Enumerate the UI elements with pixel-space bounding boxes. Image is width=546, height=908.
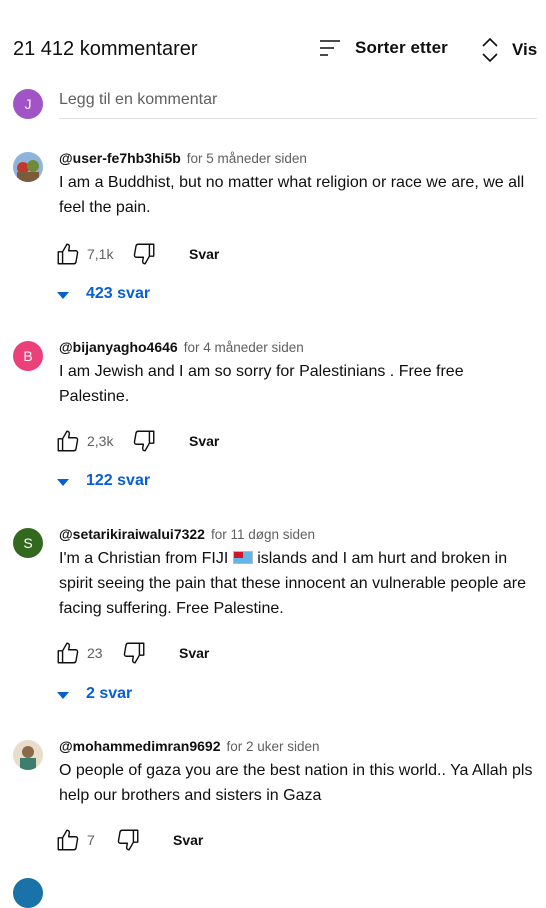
avatar[interactable]: S — [13, 528, 43, 558]
vis-button[interactable]: Vis — [478, 36, 537, 64]
like-button[interactable] — [55, 640, 81, 666]
user-avatar[interactable]: J — [13, 89, 43, 119]
comment-text: O people of gaza you are the best nation… — [59, 762, 533, 804]
comment-actions: 7 Svar — [55, 826, 203, 854]
comments-header: 21 412 kommentarer Sorter etter Vis — [0, 0, 546, 90]
like-icon — [57, 829, 79, 851]
comment-time[interactable]: for 11 døgn siden — [211, 527, 315, 542]
sort-button[interactable]: Sorter etter — [318, 36, 448, 60]
like-button[interactable] — [55, 241, 81, 267]
add-comment-row: J — [13, 87, 537, 119]
like-count: 23 — [87, 645, 103, 661]
vis-chevron-icon — [482, 37, 498, 63]
reply-button[interactable]: Svar — [173, 832, 203, 848]
dislike-button[interactable] — [121, 640, 147, 666]
dislike-icon — [133, 243, 155, 265]
like-button[interactable] — [55, 428, 81, 454]
comment-author[interactable]: @mohammedimran9692 — [59, 738, 221, 754]
avatar-photo — [13, 152, 43, 182]
expand-caret-icon — [57, 291, 69, 299]
like-icon — [57, 243, 79, 265]
like-count: 7 — [87, 832, 95, 848]
comment-author[interactable]: @setarikiraiwalui7322 — [59, 526, 205, 542]
next-comment-avatar[interactable] — [13, 878, 43, 908]
comment-actions: 2,3k Svar — [55, 427, 219, 455]
like-count: 7,1k — [87, 246, 114, 262]
dislike-icon — [133, 430, 155, 452]
comment-author[interactable]: @bijanyagho4646 — [59, 339, 178, 355]
comment-actions: 23 Svar — [55, 639, 209, 667]
comment-text-part: I'm a Christian from FIJI — [59, 550, 233, 567]
avatar-letter: J — [24, 96, 32, 112]
comment-header: @user-fe7hb3hi5b for 5 måneder siden — [59, 150, 307, 168]
comment-author[interactable]: @user-fe7hb3hi5b — [59, 150, 181, 166]
avatar[interactable]: B — [13, 341, 43, 371]
dislike-button[interactable] — [131, 241, 157, 267]
comment-time[interactable]: for 5 måneder siden — [187, 151, 307, 166]
comment-text: I'm a Christian from FIJI islands and I … — [59, 546, 534, 621]
replies-count: 423 svar — [86, 285, 151, 302]
avatar-letter: B — [23, 348, 33, 364]
like-icon — [57, 430, 79, 452]
fiji-flag-icon — [232, 551, 253, 564]
avatar-letter: S — [23, 535, 33, 551]
vis-label: Vis — [512, 40, 538, 59]
comment-header: @mohammedimran9692 for 2 uker siden — [59, 738, 320, 756]
avatar[interactable] — [13, 740, 43, 770]
expand-caret-icon — [57, 691, 69, 699]
dislike-icon — [123, 642, 145, 664]
reply-button[interactable]: Svar — [189, 246, 219, 262]
comment-text: I am Jewish and I am so sorry for Palest… — [59, 363, 464, 405]
comment-text: I am a Buddhist, but no matter what reli… — [59, 174, 525, 216]
sort-label: Sorter etter — [355, 38, 448, 57]
replies-count: 122 svar — [86, 472, 151, 489]
like-button[interactable] — [55, 827, 81, 853]
avatar[interactable] — [13, 152, 43, 182]
avatar-photo — [13, 740, 43, 770]
replies-toggle[interactable]: 122 svar — [57, 472, 150, 490]
comment-count: 21 412 kommentarer — [13, 38, 198, 60]
dislike-button[interactable] — [131, 428, 157, 454]
comment-time[interactable]: for 4 måneder siden — [184, 340, 304, 355]
like-count: 2,3k — [87, 433, 114, 449]
dislike-button[interactable] — [115, 827, 141, 853]
expand-caret-icon — [57, 478, 69, 486]
reply-button[interactable]: Svar — [179, 645, 209, 661]
comment-header: @bijanyagho4646 for 4 måneder siden — [59, 339, 304, 357]
replies-toggle[interactable]: 2 svar — [57, 685, 132, 703]
dislike-icon — [117, 829, 139, 851]
reply-button[interactable]: Svar — [189, 433, 219, 449]
replies-toggle[interactable]: 423 svar — [57, 285, 150, 303]
add-comment-input[interactable] — [59, 87, 537, 119]
like-icon — [57, 642, 79, 664]
sort-icon — [320, 40, 340, 56]
replies-count: 2 svar — [86, 685, 133, 702]
comment-actions: 7,1k Svar — [55, 240, 219, 268]
comment-time[interactable]: for 2 uker siden — [227, 739, 320, 754]
comment-header: @setarikiraiwalui7322 for 11 døgn siden — [59, 526, 315, 544]
